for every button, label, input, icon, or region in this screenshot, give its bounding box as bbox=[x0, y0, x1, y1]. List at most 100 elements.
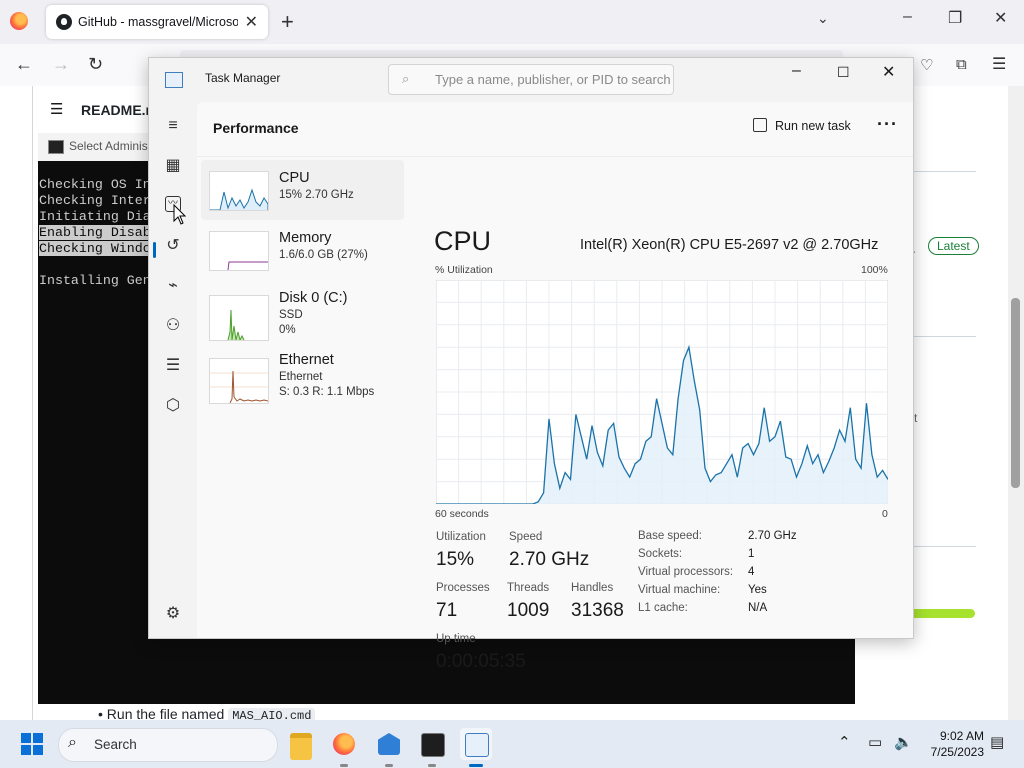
start-button[interactable] bbox=[21, 733, 43, 755]
sidebar-divider bbox=[912, 171, 976, 172]
task-manager-titlebar[interactable]: Task Manager ⌕ Type a name, publisher, o… bbox=[149, 58, 913, 102]
stat-value: 0:00:05:35 bbox=[436, 651, 526, 672]
task-manager-nav: ≡ ▦ 〰 ↺ ⌁ ⚇ ☰ ⬡ ⚙ bbox=[149, 102, 197, 638]
resource-name: CPU bbox=[279, 170, 310, 186]
running-indicator bbox=[469, 764, 483, 767]
resource-detail: Ethernet bbox=[279, 371, 323, 383]
clock-time: 9:02 AM bbox=[939, 729, 984, 743]
resource-item-disk[interactable]: Disk 0 (C:) SSD 0% bbox=[201, 284, 404, 344]
search-input[interactable]: ⌕ Type a name, publisher, or PID to sear… bbox=[388, 64, 674, 95]
details-icon[interactable]: ☰ bbox=[163, 356, 183, 376]
page-title: Performance bbox=[213, 120, 299, 136]
terminal-button[interactable] bbox=[416, 728, 448, 767]
clock-date: 7/25/2023 bbox=[930, 745, 984, 759]
notifications-icon[interactable]: ▤ bbox=[990, 733, 1004, 751]
task-manager-icon bbox=[465, 733, 489, 757]
users-icon[interactable]: ⚇ bbox=[163, 316, 183, 336]
settings-icon[interactable]: ⚙ bbox=[163, 604, 183, 624]
close-button[interactable]: ✕ bbox=[882, 62, 895, 82]
stat-label: Utilization bbox=[436, 531, 486, 543]
back-button[interactable]: ← bbox=[15, 54, 33, 75]
prop-value: N/A bbox=[748, 602, 768, 614]
sidebar-divider bbox=[912, 336, 976, 337]
github-icon bbox=[56, 14, 72, 30]
app-icon bbox=[378, 733, 400, 755]
performance-page: Performance Run new task ··· CPU 15% 2.7… bbox=[197, 102, 913, 672]
resource-item-cpu[interactable]: CPU 15% 2.70 GHz bbox=[201, 160, 404, 220]
app-history-icon[interactable]: ↺ bbox=[163, 236, 183, 256]
maximize-button[interactable]: ☐ bbox=[837, 64, 850, 81]
task-manager-button[interactable] bbox=[460, 728, 492, 767]
prop-label: Sockets: bbox=[638, 548, 683, 560]
stat-speed: Speed 2.70 GHz bbox=[509, 531, 589, 571]
firefox-icon[interactable] bbox=[10, 12, 28, 30]
task-manager-window[interactable]: Task Manager ⌕ Type a name, publisher, o… bbox=[148, 57, 914, 672]
page-scrollbar-thumb[interactable] bbox=[1011, 298, 1020, 488]
clock[interactable]: 9:02 AM 7/25/2023 bbox=[914, 728, 984, 760]
prop-value: 1 bbox=[748, 548, 755, 560]
firefox-taskbar-button[interactable] bbox=[328, 728, 360, 767]
more-options-button[interactable]: ··· bbox=[877, 114, 898, 135]
cpu-model: Intel(R) Xeon(R) CPU E5-2697 v2 @ 2.70GH… bbox=[580, 237, 879, 253]
stat-value: 1009 bbox=[507, 600, 550, 621]
chevron-up-icon[interactable]: ⌃ bbox=[838, 733, 851, 751]
stat-value: 71 bbox=[436, 600, 458, 621]
taskbar-search-label: Search bbox=[94, 737, 137, 752]
language-bar bbox=[912, 609, 975, 618]
browser-restore-button[interactable]: ❐ bbox=[948, 8, 962, 28]
page-header: Performance Run new task ··· bbox=[197, 102, 913, 157]
services-icon[interactable]: ⬡ bbox=[163, 396, 183, 416]
taskbar-search[interactable]: ⌕ Search bbox=[58, 728, 278, 762]
resource-detail: SSD bbox=[279, 309, 303, 321]
minimize-button[interactable]: – bbox=[792, 62, 801, 80]
ethernet-thumbnail bbox=[209, 358, 269, 404]
volume-muted-icon[interactable]: 🔈 bbox=[894, 733, 913, 751]
extensions-icon[interactable]: ⧉ bbox=[956, 56, 967, 73]
firefox-icon bbox=[333, 733, 355, 755]
run-new-task-button[interactable]: Run new task bbox=[775, 119, 851, 133]
prop-label: Virtual machine: bbox=[638, 584, 721, 596]
stat-utilization: Utilization 15% bbox=[436, 531, 486, 571]
running-indicator bbox=[428, 764, 436, 767]
search-icon: ⌕ bbox=[68, 734, 77, 751]
browser-tab-github[interactable]: GitHub - massgravel/Microsoft-Activation… bbox=[46, 5, 268, 39]
resource-item-ethernet[interactable]: Ethernet Ethernet S: 0.3 R: 1.1 Mbps bbox=[201, 350, 404, 410]
processes-icon[interactable]: ▦ bbox=[163, 156, 183, 176]
sidebar-divider bbox=[912, 546, 976, 547]
file-explorer-button[interactable] bbox=[285, 728, 317, 760]
y-axis-label: % Utilization bbox=[435, 264, 493, 276]
run-task-icon bbox=[753, 118, 767, 132]
x-axis-right: 0 bbox=[882, 508, 888, 520]
browser-minimize-button[interactable]: – bbox=[903, 8, 912, 26]
browser-tabstrip: GitHub - massgravel/Microsoft-Activation… bbox=[0, 0, 1024, 44]
startup-apps-icon[interactable]: ⌁ bbox=[163, 276, 183, 296]
stat-processes: Processes 71 bbox=[436, 582, 490, 622]
list-icon[interactable]: ☰ bbox=[50, 100, 63, 118]
running-indicator bbox=[385, 764, 393, 767]
menu-icon[interactable]: ☰ bbox=[992, 54, 1006, 74]
resource-item-memory[interactable]: Memory 1.6/6.0 GB (27%) bbox=[201, 222, 404, 282]
prop-label: Virtual processors: bbox=[638, 566, 734, 578]
browser-close-button[interactable]: ✕ bbox=[994, 8, 1007, 28]
forward-button[interactable]: → bbox=[52, 54, 70, 75]
tab-close-icon[interactable]: ✕ bbox=[245, 12, 258, 32]
prop-value: Yes bbox=[748, 584, 767, 596]
running-indicator bbox=[340, 764, 348, 767]
pocket-icon[interactable]: ♡ bbox=[920, 56, 933, 74]
prop-value: 4 bbox=[748, 566, 755, 578]
network-icon[interactable]: ▭ bbox=[868, 733, 882, 751]
hamburger-icon[interactable]: ≡ bbox=[163, 116, 183, 136]
tab-list-button[interactable]: ⌄ bbox=[817, 10, 829, 27]
prop-label: Base speed: bbox=[638, 530, 702, 542]
new-tab-button[interactable]: + bbox=[281, 9, 294, 35]
reload-button[interactable]: ↻ bbox=[88, 54, 103, 75]
resource-name: Ethernet bbox=[279, 352, 334, 368]
stat-value: 15% bbox=[436, 549, 475, 570]
prop-label: L1 cache: bbox=[638, 602, 688, 614]
tab-title: GitHub - massgravel/Microsoft-Activation… bbox=[78, 15, 238, 29]
setup-app-button[interactable] bbox=[373, 728, 405, 767]
prop-value: 2.70 GHz bbox=[748, 530, 797, 542]
resource-detail: 1.6/6.0 GB (27%) bbox=[279, 249, 368, 261]
task-manager-icon bbox=[165, 72, 183, 88]
stat-label: Processes bbox=[436, 582, 490, 594]
